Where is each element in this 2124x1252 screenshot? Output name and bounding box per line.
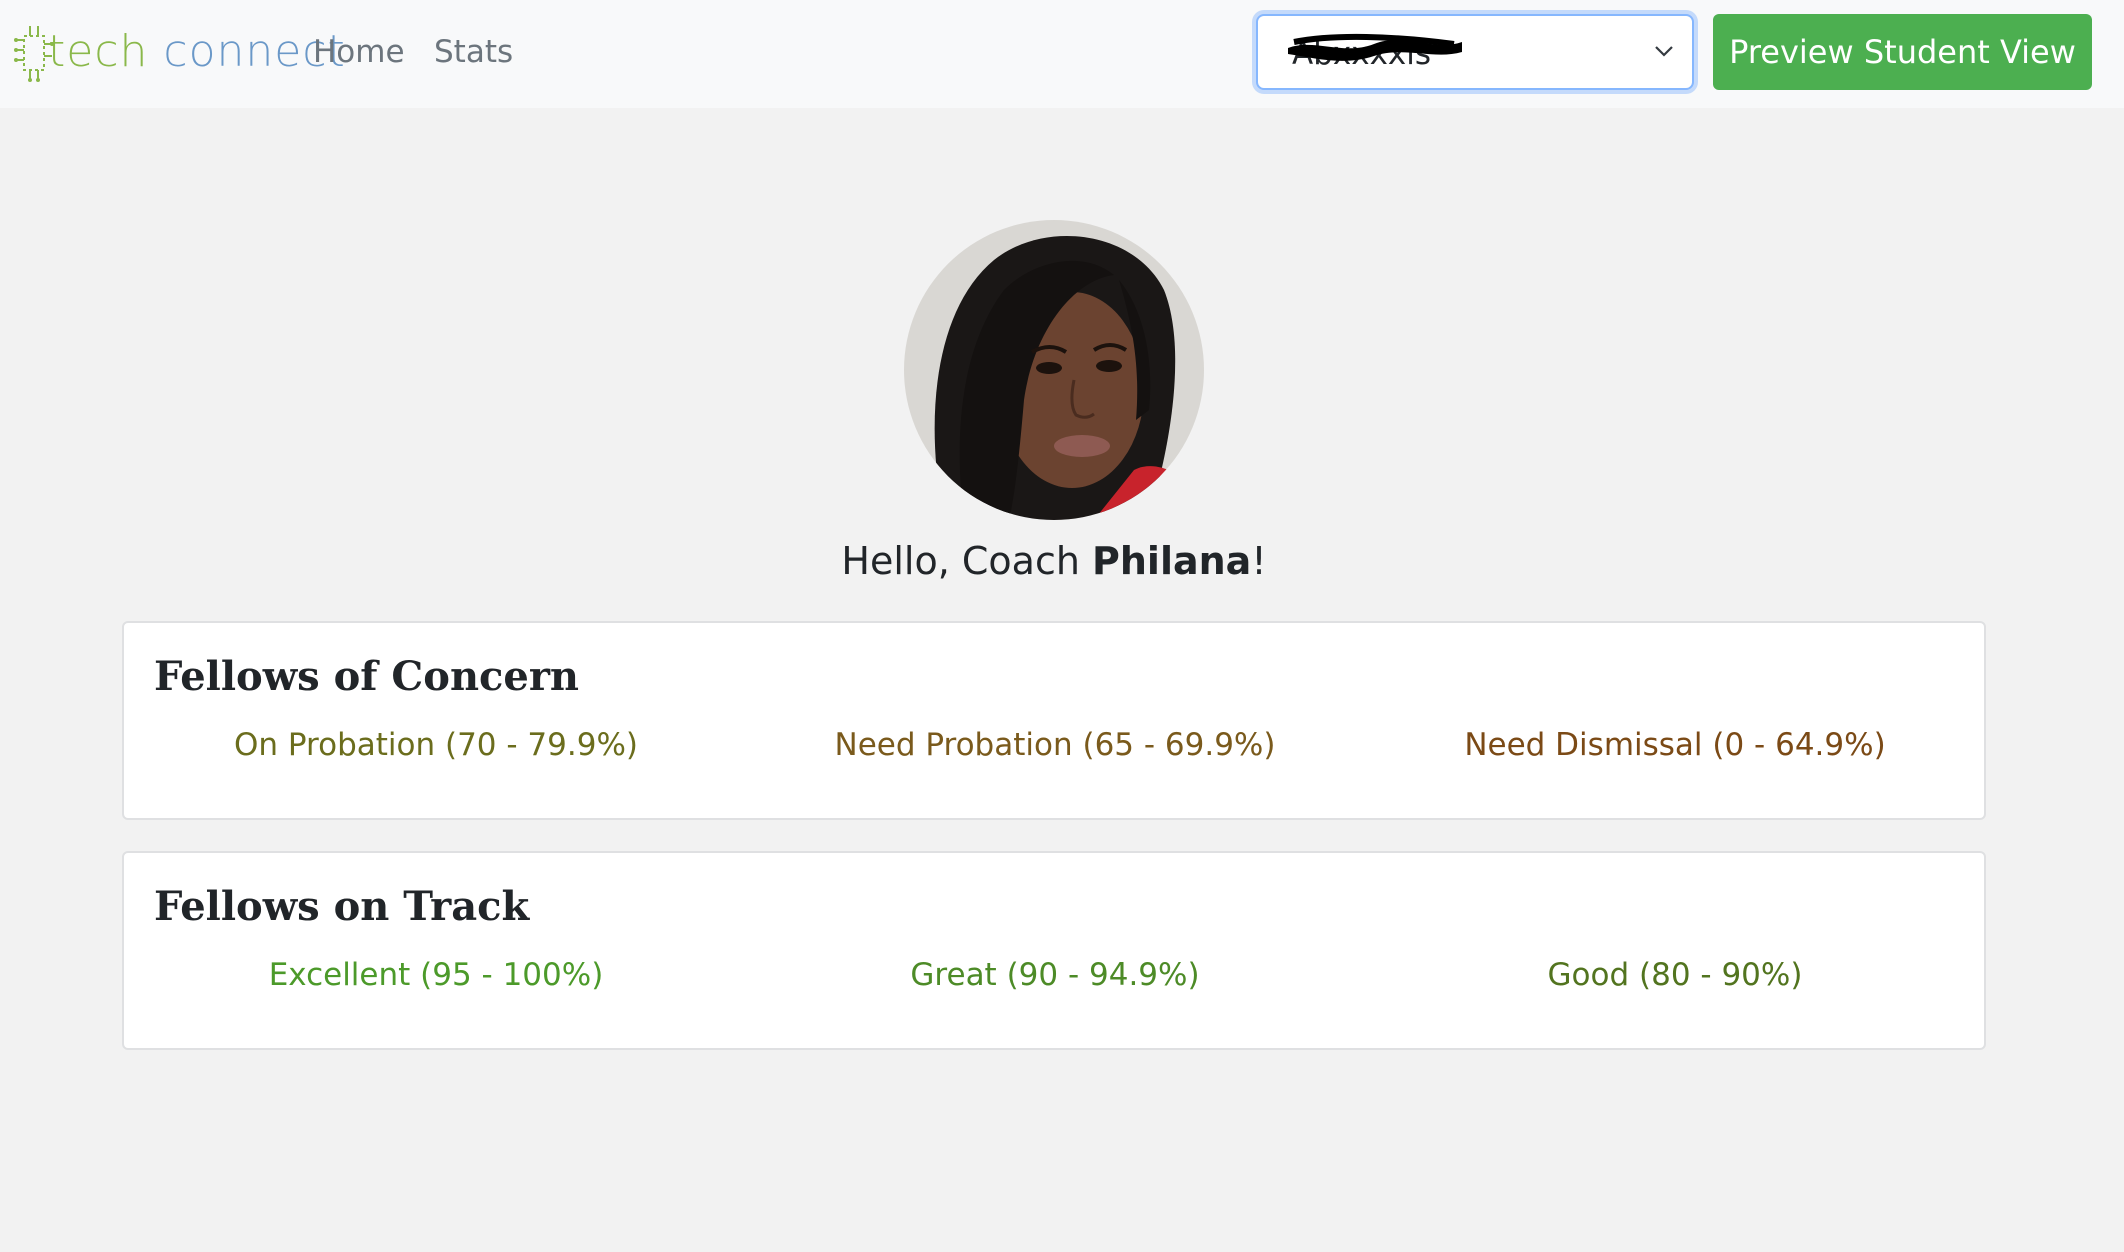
coach-name: Philana — [1092, 539, 1252, 583]
good-link[interactable]: Good (80 - 90%) — [1365, 949, 1985, 1001]
on-probation-link[interactable]: On Probation (70 - 79.9%) — [126, 719, 746, 771]
fellows-on-track-card: Fellows on Track Excellent (95 - 100%) G… — [122, 851, 1986, 1050]
need-dismissal-link[interactable]: Need Dismissal (0 - 64.9%) — [1365, 719, 1985, 771]
chevron-down-icon — [1655, 46, 1673, 57]
coach-avatar — [904, 220, 1204, 520]
card-title: Fellows on Track — [154, 883, 530, 930]
student-select[interactable]: Abxxxxis — [1256, 14, 1694, 90]
logo-text: tech connect — [48, 26, 346, 78]
great-link[interactable]: Great (90 - 94.9%) — [745, 949, 1365, 1001]
concern-category-row: On Probation (70 - 79.9%) Need Probation… — [124, 719, 1984, 771]
track-category-row: Excellent (95 - 100%) Great (90 - 94.9%)… — [124, 949, 1984, 1001]
greeting-suffix: ! — [1251, 539, 1267, 583]
top-navbar: tech connect Home Stats Abxxxxis Preview… — [0, 0, 2124, 108]
need-probation-link[interactable]: Need Probation (65 - 69.9%) — [745, 719, 1365, 771]
logo-text-tech: tech — [48, 26, 149, 77]
nav-home-link[interactable]: Home — [313, 30, 405, 74]
nav-stats-link[interactable]: Stats — [434, 30, 513, 74]
preview-student-view-button[interactable]: Preview Student View — [1713, 14, 2092, 90]
avatar-photo — [904, 220, 1204, 520]
tech-connect-logo[interactable]: tech connect — [14, 20, 345, 86]
redaction-scribble — [1288, 33, 1462, 61]
greeting-prefix: Hello, Coach — [841, 539, 1093, 583]
fellows-of-concern-card: Fellows of Concern On Probation (70 - 79… — [122, 621, 1986, 820]
coach-greeting: Hello, Coach Philana! — [0, 535, 2108, 587]
excellent-link[interactable]: Excellent (95 - 100%) — [126, 949, 746, 1001]
card-title: Fellows of Concern — [154, 653, 579, 700]
